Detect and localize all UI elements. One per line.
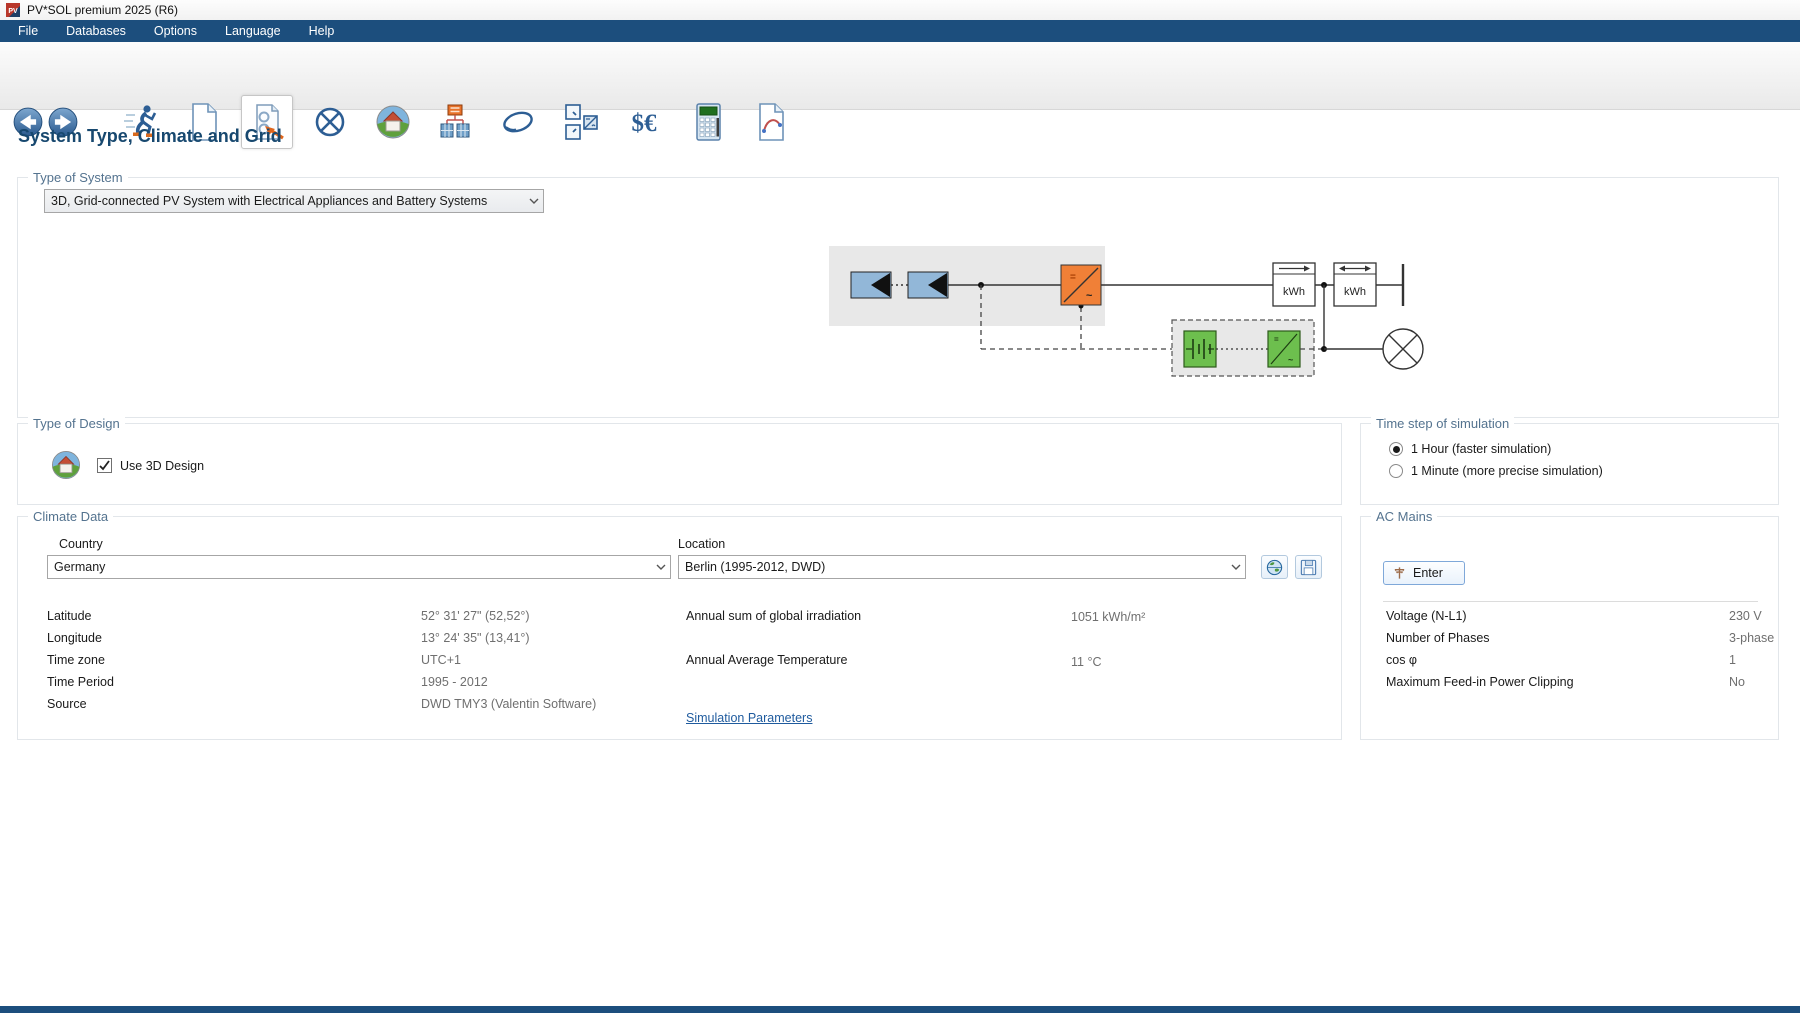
menu-options[interactable]: Options <box>140 20 211 42</box>
temperature-value: 11 °C <box>1071 655 1101 669</box>
svg-text:PV: PV <box>8 8 18 15</box>
section-climate-data: Climate Data Country Germany Location Be… <box>17 516 1342 740</box>
section-time-step: Time step of simulation 1 Hour (faster s… <box>1360 423 1779 505</box>
section-label-time-step: Time step of simulation <box>1371 416 1514 431</box>
page-title: System Type, Climate and Grid <box>18 126 282 147</box>
timestep-option-label: 1 Minute (more precise simulation) <box>1411 464 1603 478</box>
country-selected-value: Germany <box>48 560 652 574</box>
pv-inverter-symbol: = ~ <box>1061 265 1101 305</box>
climate-detail-row: Longitude13° 24' 35" (13,41°) <box>47 627 647 649</box>
3d-house-icon <box>49 448 83 482</box>
section-label-type-of-system: Type of System <box>28 170 128 185</box>
divider <box>1383 601 1758 602</box>
use-3d-design-checkbox[interactable] <box>97 458 112 473</box>
climate-map-button[interactable] <box>1261 555 1288 579</box>
application-window: PV PV*SOL premium 2025 (R6) File Databas… <box>0 0 1800 1013</box>
climate-detail-row: SourceDWD TMY3 (Valentin Software) <box>47 693 647 715</box>
svg-text:kWh: kWh <box>1344 286 1366 298</box>
svg-text:kWh: kWh <box>1283 286 1305 298</box>
location-select[interactable]: Berlin (1995-2012, DWD) <box>678 555 1246 579</box>
menu-help[interactable]: Help <box>295 20 349 42</box>
toolbar: $€ <box>0 42 1800 110</box>
svg-text:=: = <box>1070 272 1076 283</box>
location-selected-value: Berlin (1995-2012, DWD) <box>679 560 1227 574</box>
window-bottom-bar <box>0 1006 1800 1013</box>
save-climate-button[interactable] <box>1295 555 1322 579</box>
use-3d-design-label: Use 3D Design <box>120 459 204 473</box>
ac-detail-row: Voltage (N-L1)230 V <box>1386 605 1766 627</box>
report-icon[interactable] <box>751 99 791 145</box>
section-label-type-of-design: Type of Design <box>28 416 125 431</box>
app-logo-icon: PV <box>6 3 20 17</box>
consumer-load-symbol <box>1383 329 1423 369</box>
system-configuration-icon[interactable] <box>435 99 475 145</box>
system-type-select[interactable]: 3D, Grid-connected PV System with Electr… <box>44 189 544 213</box>
svg-text:$€: $€ <box>632 110 658 137</box>
section-label-ac-mains: AC Mains <box>1371 509 1437 524</box>
save-icon <box>1299 558 1318 577</box>
battery-system-symbol: = ~ <box>1172 320 1314 376</box>
radio-icon[interactable] <box>1389 464 1403 478</box>
climate-detail-row: Latitude52° 31' 27" (52,52°) <box>47 605 647 627</box>
svg-text:=: = <box>1274 335 1279 344</box>
close-project-icon[interactable] <box>310 99 350 145</box>
timestep-option-label: 1 Hour (faster simulation) <box>1411 442 1551 456</box>
cabling-icon[interactable] <box>498 99 538 145</box>
feed-in-meter-symbol: kWh <box>1273 263 1315 306</box>
section-type-of-design: Type of Design Use 3D Design <box>17 423 1342 505</box>
menu-file[interactable]: File <box>4 20 52 42</box>
section-ac-mains: AC Mains Enter Voltage (N-L1)230 V Numbe… <box>1360 516 1779 740</box>
tariff-calculator-icon[interactable] <box>688 99 728 145</box>
inverter-configuration-icon[interactable] <box>561 99 601 145</box>
power-pole-icon <box>1392 565 1407 581</box>
ac-detail-row: Maximum Feed-in Power ClippingNo <box>1386 671 1766 693</box>
window-titlebar: PV PV*SOL premium 2025 (R6) <box>0 0 1800 20</box>
chevron-down-icon <box>1227 564 1245 570</box>
irradiation-value: 1051 kWh/m² <box>1071 610 1145 624</box>
window-title: PV*SOL premium 2025 (R6) <box>27 3 178 17</box>
climate-detail-row: Time zoneUTC+1 <box>47 649 647 671</box>
location-label: Location <box>678 537 725 551</box>
country-label: Country <box>59 537 103 551</box>
timestep-option-1minute[interactable]: 1 Minute (more precise simulation) <box>1389 464 1603 478</box>
ac-detail-row: cos φ1 <box>1386 649 1766 671</box>
irradiation-label: Annual sum of global irradiation <box>686 609 861 623</box>
climate-detail-row: Time Period1995 - 2012 <box>47 671 647 693</box>
grid-meter-symbol: kWh <box>1334 263 1376 306</box>
menu-databases[interactable]: Databases <box>52 20 140 42</box>
system-schematic-diagram: = ~ kWh kWh <box>823 244 1433 384</box>
section-label-climate-data: Climate Data <box>28 509 113 524</box>
svg-text:~: ~ <box>1086 290 1093 302</box>
menu-language[interactable]: Language <box>211 20 295 42</box>
globe-icon <box>1265 558 1284 577</box>
section-type-of-system: Type of System 3D, Grid-connected PV Sys… <box>17 177 1779 418</box>
temperature-label: Annual Average Temperature <box>686 653 847 667</box>
svg-text:~: ~ <box>1288 355 1293 365</box>
radio-icon[interactable] <box>1389 442 1403 456</box>
menu-bar: File Databases Options Language Help <box>0 20 1800 42</box>
timestep-option-1hour[interactable]: 1 Hour (faster simulation) <box>1389 442 1551 456</box>
country-select[interactable]: Germany <box>47 555 671 579</box>
chevron-down-icon <box>525 198 543 204</box>
3d-design-icon[interactable] <box>373 99 413 145</box>
chevron-down-icon <box>652 564 670 570</box>
simulation-parameters-link[interactable]: Simulation Parameters <box>686 711 812 725</box>
ac-detail-row: Number of Phases3-phase <box>1386 627 1766 649</box>
enter-button-label: Enter <box>1413 566 1443 580</box>
ac-mains-enter-button[interactable]: Enter <box>1383 561 1465 585</box>
system-type-selected-value: 3D, Grid-connected PV System with Electr… <box>45 194 525 208</box>
financial-analysis-icon[interactable]: $€ <box>624 99 664 145</box>
